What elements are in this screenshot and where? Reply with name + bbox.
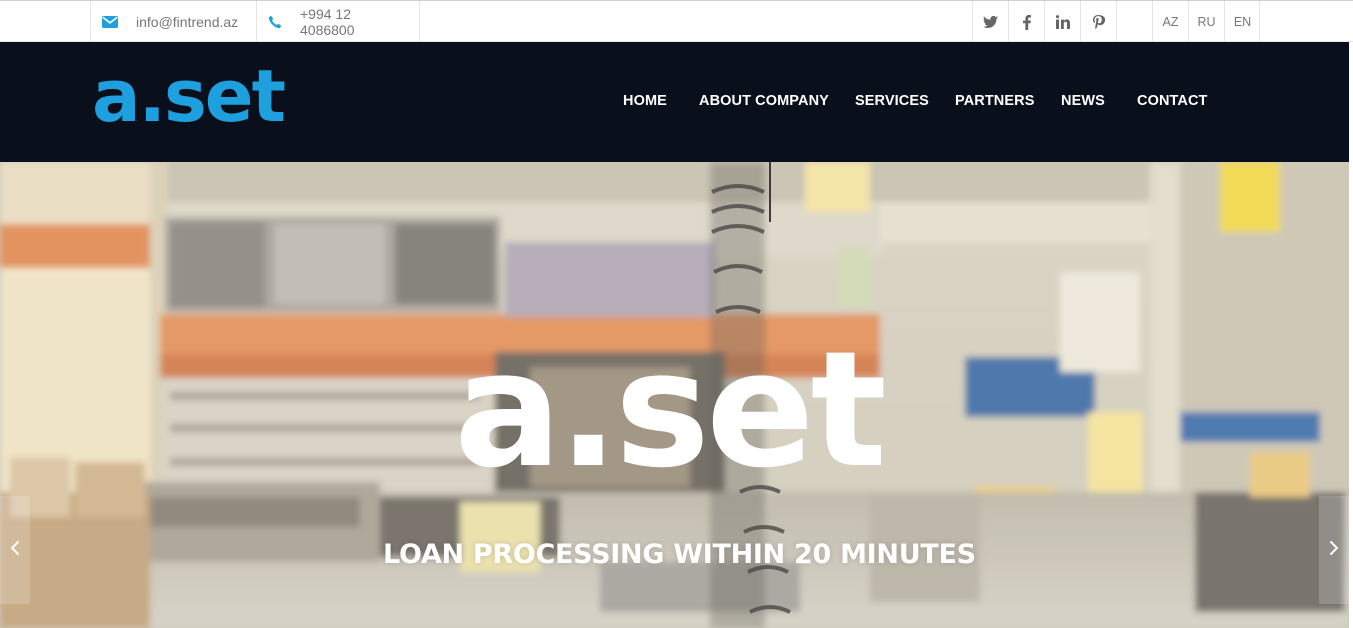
facebook-icon[interactable] [1008,1,1044,43]
divider [1259,1,1260,43]
site-header: a.set HOME ABOUT COMPANY SERVICES PARTNE… [0,42,1349,162]
slider-next-button[interactable] [1319,496,1349,604]
pinterest-icon[interactable] [1080,1,1116,43]
nav-news[interactable]: NEWS [1061,93,1105,109]
twitter-icon[interactable] [972,1,1008,43]
divider [1116,1,1117,43]
lang-az[interactable]: AZ [1152,1,1188,43]
lang-ru[interactable]: RU [1188,1,1224,43]
top-bar: info@fintrend.az +994 12 4086800 AZ RU E… [0,0,1353,43]
site-logo[interactable]: a.set [92,60,286,132]
slider-prev-button[interactable] [0,496,30,604]
lang-en[interactable]: EN [1224,1,1260,43]
phone-contact[interactable]: +994 12 4086800 [256,1,419,43]
hero-subtitle: LOAN PROCESSING WITHIN 20 MINUTES [383,539,976,570]
phone-icon [268,15,282,29]
email-text[interactable]: info@fintrend.az [136,14,238,30]
chevron-left-icon [10,540,20,561]
chevron-right-icon [1329,540,1339,561]
nav-services[interactable]: SERVICES [855,93,929,109]
nav-contact[interactable]: CONTACT [1137,93,1208,109]
nav-about-company[interactable]: ABOUT COMPANY [699,93,829,109]
phone-text[interactable]: +994 12 4086800 [300,6,408,38]
hero-slider: a.set LOAN PROCESSING WITHIN 20 MINUTES [0,162,1349,628]
envelope-icon [102,16,118,28]
nav-home[interactable]: HOME [623,93,667,109]
divider [419,1,420,43]
page-edge [1349,42,1353,628]
email-contact[interactable]: info@fintrend.az [90,1,256,43]
linkedin-icon[interactable] [1044,1,1080,43]
nav-partners[interactable]: PARTNERS [955,93,1034,109]
